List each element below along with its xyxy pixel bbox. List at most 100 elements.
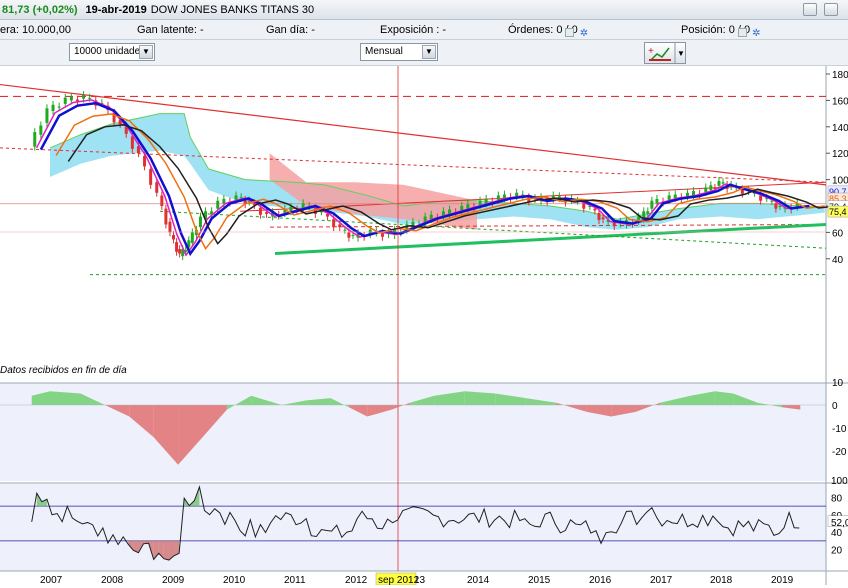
macd-histogram-area <box>464 391 496 405</box>
candle-body <box>667 195 671 200</box>
candle-body <box>178 249 182 254</box>
cursor-date-label: sep 2012 <box>378 575 420 585</box>
candle-body <box>597 213 601 221</box>
data-note: Datos recibidos en fin de día <box>0 365 127 376</box>
candle-body <box>190 232 194 243</box>
capital-value: era: 10.000,00 <box>0 24 71 36</box>
x-axis-label: 2017 <box>650 575 673 585</box>
macd-axis-label: 0 <box>832 401 838 412</box>
positions-settings-icon[interactable]: ✲ <box>752 28 760 39</box>
restore-icon[interactable] <box>824 3 838 16</box>
candle-body <box>759 195 763 201</box>
candle-body <box>601 217 605 220</box>
price-axis-label: 100 <box>832 176 848 187</box>
candle-body <box>351 235 355 237</box>
candle-body <box>88 97 92 99</box>
candle-body <box>721 182 725 184</box>
svg-text:▼: ▼ <box>677 49 685 58</box>
price-axis-label: 40 <box>832 255 844 266</box>
candle-body <box>646 211 650 214</box>
chart-area[interactable]: 18016014012010080604090,785,379,475,4Dat… <box>0 66 848 586</box>
candle-body <box>515 192 519 197</box>
macd-axis-label: -20 <box>832 447 847 458</box>
candle-body <box>347 232 351 238</box>
orders-icon[interactable] <box>565 28 575 37</box>
rsi-pane <box>0 484 826 571</box>
unrealized-gain: Gan latente: - <box>137 24 204 36</box>
x-axis-label: 2018 <box>710 575 733 585</box>
price-axis-label: 160 <box>832 96 848 107</box>
candle-body <box>685 192 689 197</box>
macd-axis-label: 10 <box>832 378 844 389</box>
x-axis-label: 2012 <box>345 575 368 585</box>
candle-body <box>63 97 67 104</box>
candle-body <box>222 198 226 204</box>
candle-body <box>172 235 176 240</box>
x-axis-label: 2009 <box>162 575 185 585</box>
candle-body <box>709 185 713 191</box>
candle-body <box>338 224 342 228</box>
candle-body <box>149 169 153 185</box>
x-axis-label: 2010 <box>223 575 246 585</box>
rsi-axis-label: 52,0 <box>831 518 848 529</box>
candle-body <box>198 216 202 228</box>
x-axis-label: 2011 <box>284 575 306 585</box>
x-axis-label: 2008 <box>101 575 124 585</box>
rsi-axis-label: 80 <box>831 493 843 504</box>
candle-body <box>51 104 55 111</box>
candle-body <box>673 194 677 199</box>
orders-settings-icon[interactable]: ✲ <box>580 28 588 39</box>
candle-body <box>704 187 708 192</box>
price-chart[interactable]: 18016014012010080604090,785,379,475,4Dat… <box>0 66 848 586</box>
price-axis-label: 120 <box>832 149 848 160</box>
candle-body <box>175 242 179 252</box>
candle-body <box>460 206 464 211</box>
candle-body <box>478 200 482 206</box>
day-gain: Gan día: - <box>266 24 315 36</box>
x-axis-label: 2016 <box>589 575 612 585</box>
candle-body <box>774 203 778 209</box>
candle-body <box>650 200 654 209</box>
rsi-axis-label: 20 <box>831 546 843 557</box>
chart-toolbar: 10000 unidades ▼ Mensual ▼ + ▼ <box>0 40 848 66</box>
candle-body <box>778 206 782 207</box>
candle-body <box>582 203 586 209</box>
minimize-icon[interactable] <box>803 3 817 16</box>
candle-body <box>45 108 49 123</box>
candle-body <box>593 208 597 211</box>
macd-histogram-area <box>714 391 734 405</box>
price-tag-label: 75,4 <box>829 207 847 217</box>
indicator-icon: + ▼ <box>648 43 685 63</box>
add-indicator-button[interactable]: + ▼ <box>644 42 686 64</box>
candle-body <box>655 198 659 204</box>
x-axis-label: 2014 <box>467 575 490 585</box>
candle-body <box>143 155 147 167</box>
instrument-name: DOW JONES BANKS TITANS 30 <box>150 3 315 16</box>
candle-body <box>160 195 164 206</box>
price-axis-label: 140 <box>832 123 848 134</box>
candle-body <box>301 203 305 208</box>
positions-icon[interactable] <box>737 28 747 37</box>
candle-body <box>380 233 384 237</box>
candle-body <box>343 229 347 231</box>
candle-body <box>168 221 172 233</box>
candle-body <box>258 207 262 215</box>
candle-body <box>234 195 238 200</box>
x-axis-label: 2019 <box>771 575 794 585</box>
candle-body <box>612 222 616 227</box>
candle-body <box>57 106 61 108</box>
candle-body <box>130 136 134 149</box>
candle-body <box>466 204 470 209</box>
title-bar: 81,73 (+0,02%) 19-abr-2019 DOW JONES BAN… <box>0 0 848 20</box>
price-axis-label: 60 <box>832 228 844 239</box>
candle-body <box>326 213 330 217</box>
candle-body <box>164 208 168 225</box>
exposure: Exposición : - <box>380 24 447 36</box>
period-select[interactable]: Mensual ▼ <box>360 43 438 61</box>
units-select[interactable]: 10000 unidades ▼ <box>69 43 155 61</box>
candle-body <box>33 132 37 147</box>
candle-body <box>155 182 159 193</box>
candle-body <box>265 212 269 214</box>
macd-axis-label: -10 <box>832 424 847 435</box>
candle-body <box>692 191 696 196</box>
